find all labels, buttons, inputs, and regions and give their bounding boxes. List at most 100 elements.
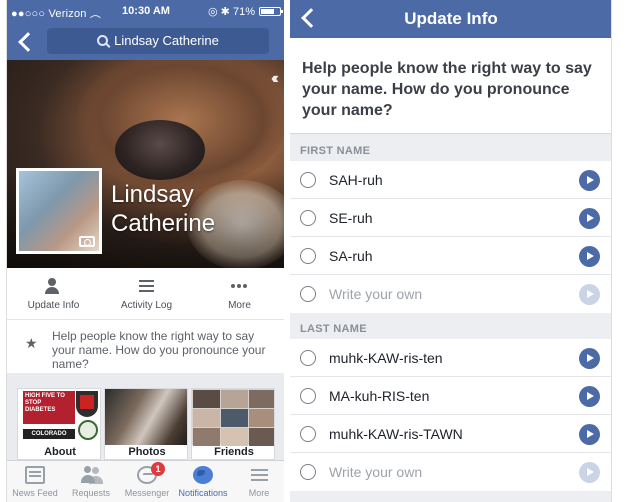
- page-title: Update Info: [404, 9, 498, 28]
- first-name-option[interactable]: SA-ruh: [290, 237, 611, 275]
- photos-tile-label: Photos: [128, 446, 166, 458]
- update-info-header: Update Info: [290, 0, 611, 38]
- profile-name: Lindsay Catherine: [111, 180, 215, 238]
- tab-label: News Feed: [12, 488, 58, 498]
- about-tile[interactable]: HIGH FIVE TO STOP DIABETES COLORADO Abou…: [17, 388, 101, 460]
- first-name-options: SAH-ruh SE-ruh SA-ruh Write your own: [290, 161, 611, 313]
- photos-tile[interactable]: Photos: [104, 388, 188, 460]
- tab-label: Requests: [71, 488, 111, 498]
- seal-logo: [78, 420, 98, 440]
- profile-name-first: Lindsay: [111, 181, 194, 208]
- friend-thumb: [221, 428, 248, 446]
- search-text: Lindsay Catherine: [114, 33, 219, 48]
- write-own-input[interactable]: Write your own: [329, 464, 422, 480]
- friend-thumb: [221, 409, 248, 427]
- profile-screen: ●●○○○ Verizon ︵ 10:30 AM ◎ ✱ 71% Lindsay…: [6, 0, 284, 502]
- friends-tile[interactable]: Friends: [191, 388, 275, 460]
- tab-label: More: [248, 488, 270, 498]
- tab-news-feed[interactable]: News Feed: [7, 461, 63, 502]
- more-label: More: [228, 300, 251, 311]
- hamburger-icon: [249, 466, 269, 484]
- collapse-chevrons-icon[interactable]: ‹‹‹: [271, 70, 279, 88]
- profile-picture[interactable]: [16, 168, 102, 254]
- update-info-screen: Update Info Help people know the right w…: [290, 0, 612, 502]
- last-name-option[interactable]: MA-kuh-RIS-ten: [290, 377, 611, 415]
- play-audio-icon[interactable]: [579, 386, 600, 407]
- play-audio-icon[interactable]: [579, 170, 600, 191]
- first-name-write-own[interactable]: Write your own: [290, 275, 611, 313]
- activity-log-button[interactable]: Activity Log: [100, 268, 193, 320]
- friend-thumb: [249, 390, 274, 408]
- tab-notifications[interactable]: Notifications: [175, 461, 231, 502]
- top-nav-bar: Lindsay Catherine: [7, 22, 284, 60]
- first-name-option[interactable]: SAH-ruh: [290, 161, 611, 199]
- search-bar[interactable]: Lindsay Catherine: [47, 28, 269, 54]
- radio-button[interactable]: [300, 350, 316, 366]
- school-shield-logo: [76, 391, 98, 417]
- tab-requests[interactable]: Requests: [63, 461, 119, 502]
- unread-badge: 1: [151, 462, 165, 476]
- screenshot-stage: ●●○○○ Verizon ︵ 10:30 AM ◎ ✱ 71% Lindsay…: [0, 0, 628, 502]
- last-name-write-own[interactable]: Write your own: [290, 453, 611, 491]
- friend-thumb: [249, 428, 274, 446]
- radio-button[interactable]: [300, 210, 316, 226]
- last-name-option[interactable]: muhk-KAW-ris-TAWN: [290, 415, 611, 453]
- radio-button[interactable]: [300, 248, 316, 264]
- question-text: Help people know the right way to say yo…: [302, 60, 592, 119]
- update-info-button[interactable]: Update Info: [7, 268, 100, 320]
- last-name-section-label: LAST NAME: [300, 323, 367, 335]
- tab-label: Notifications: [178, 488, 228, 498]
- last-name-option[interactable]: muhk-KAW-ris-ten: [290, 339, 611, 377]
- about-tile-label: About: [44, 446, 76, 458]
- play-audio-icon: [579, 284, 600, 305]
- option-label: muhk-KAW-ris-TAWN: [329, 426, 463, 442]
- first-name-option[interactable]: SE-ruh: [290, 199, 611, 237]
- battery-percent: ◎ ✱ 71%: [208, 6, 255, 18]
- diabetes-badge: HIGH FIVE TO STOP DIABETES: [23, 391, 75, 424]
- star-icon: ★: [25, 335, 38, 351]
- option-label: muhk-KAW-ris-ten: [329, 350, 443, 366]
- friend-thumb: [193, 428, 220, 446]
- friend-requests-icon: [81, 466, 101, 484]
- play-audio-icon: [579, 462, 600, 483]
- update-info-label: Update Info: [27, 300, 80, 311]
- radio-button[interactable]: [300, 464, 316, 480]
- option-label: MA-kuh-RIS-ten: [329, 388, 430, 404]
- about-tile-image: HIGH FIVE TO STOP DIABETES COLORADO: [18, 389, 100, 445]
- bottom-tab-bar: News Feed Requests 1 Messenger Notificat…: [7, 460, 284, 502]
- pronounce-name-prompt[interactable]: ★ Help people know the right way to say …: [7, 321, 284, 373]
- radio-button[interactable]: [300, 286, 316, 302]
- more-button[interactable]: More: [193, 268, 284, 320]
- play-audio-icon[interactable]: [579, 348, 600, 369]
- option-label: SA-ruh: [329, 248, 373, 264]
- radio-button[interactable]: [300, 426, 316, 442]
- write-own-input[interactable]: Write your own: [329, 286, 422, 302]
- back-arrow-icon[interactable]: [15, 30, 35, 52]
- tab-more[interactable]: More: [231, 461, 284, 502]
- more-dots-icon: [229, 278, 249, 294]
- friend-thumb: [193, 390, 220, 408]
- option-label: SAH-ruh: [329, 172, 383, 188]
- battery-icon: [259, 7, 283, 16]
- friend-thumb: [249, 409, 274, 427]
- radio-button[interactable]: [300, 388, 316, 404]
- pronunciation-question: Help people know the right way to say yo…: [290, 38, 611, 134]
- camera-icon[interactable]: [79, 236, 95, 247]
- play-audio-icon[interactable]: [579, 208, 600, 229]
- play-audio-icon[interactable]: [579, 246, 600, 267]
- colorado-caption: COLORADO: [23, 429, 75, 439]
- profile-actions: Update Info Activity Log More: [7, 268, 284, 320]
- radio-button[interactable]: [300, 172, 316, 188]
- tab-messenger[interactable]: 1 Messenger: [119, 461, 175, 502]
- globe-icon: [193, 466, 213, 484]
- play-audio-icon[interactable]: [579, 424, 600, 445]
- search-icon: [97, 35, 109, 46]
- friends-tile-label: Friends: [214, 446, 254, 458]
- person-edit-icon: [43, 278, 63, 294]
- friends-tile-image: [192, 389, 274, 446]
- friend-thumb: [221, 390, 248, 408]
- pronounce-prompt-text: Help people know the right way to say yo…: [52, 329, 266, 371]
- photos-tile-image: [105, 389, 187, 445]
- news-feed-icon: [25, 466, 45, 484]
- activity-log-label: Activity Log: [120, 300, 173, 311]
